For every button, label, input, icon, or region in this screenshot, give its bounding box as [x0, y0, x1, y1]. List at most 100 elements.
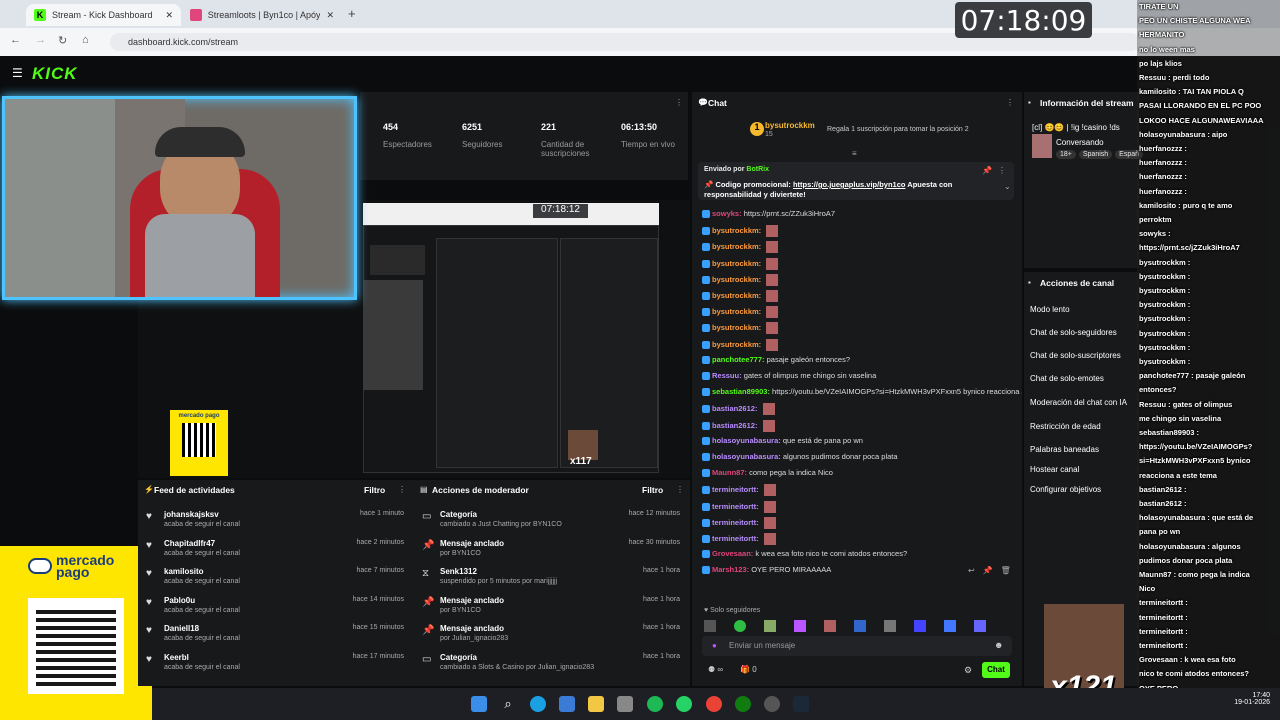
emoji-icon[interactable]: ☻ [994, 640, 1003, 650]
chat-username[interactable]: bysutrockkm: [712, 307, 761, 316]
chat-username[interactable]: holasoyunabasura: [712, 436, 781, 445]
chrome-icon[interactable] [706, 696, 722, 712]
home-icon[interactable]: ⌂ [82, 34, 89, 46]
chat-message[interactable]: Marsh123: OYE PERO MIRAAAAA [702, 565, 831, 575]
emote-icon[interactable] [854, 620, 866, 632]
reload-icon[interactable]: ↻ [58, 34, 67, 47]
steam-icon[interactable] [793, 696, 809, 712]
chat-username[interactable]: bysutrockkm: [712, 291, 761, 300]
top-gifter-name[interactable]: bysutrockkm [765, 121, 815, 130]
folder-icon[interactable] [588, 696, 604, 712]
emote-icon[interactable] [734, 620, 746, 632]
emote-icon[interactable] [974, 620, 986, 632]
delete-icon[interactable]: 🗑 [1001, 566, 1011, 575]
chat-message[interactable]: bysutrockkm: [702, 257, 779, 270]
chat-username[interactable]: Ressuu: [712, 371, 742, 380]
chat-username[interactable]: termineitortt: [712, 485, 759, 494]
chat-message[interactable]: termineitortt: [702, 484, 776, 497]
list-item[interactable]: ♥ kamilosito acaba de seguir el canal hace … [138, 565, 414, 593]
chat-username[interactable]: sebastian89903: [712, 387, 770, 396]
app-icon[interactable] [617, 696, 633, 712]
chat-message[interactable]: bysutrockkm: [702, 290, 779, 302]
settings-gear-icon[interactable]: ⚙ [964, 665, 972, 676]
emote-icon[interactable] [794, 620, 806, 632]
tag[interactable]: 18+ [1056, 150, 1076, 159]
chat-input[interactable]: ● Enviar un mensaje ☻ [702, 636, 1012, 656]
more-options-icon[interactable]: ⋮ [998, 166, 1006, 175]
list-item[interactable]: ▭ Categoría cambiado a Just Chatting por B… [414, 508, 690, 536]
new-tab-button[interactable]: + [348, 6, 356, 21]
chat-message[interactable]: termineitortt: [702, 516, 776, 529]
chat-message[interactable]: bysutrockkm: [702, 322, 779, 335]
chat-message[interactable]: bastian2612: [702, 403, 775, 416]
chat-message[interactable]: sebastian89903: https://youtu.be/VZeIAIM… [702, 387, 1022, 397]
chat-message[interactable]: termineitortt: [702, 533, 776, 545]
chat-username[interactable]: termineitortt: [712, 534, 759, 543]
chat-username[interactable]: termineitortt: [712, 518, 759, 527]
expand-icon[interactable]: ≡ [852, 149, 857, 158]
chat-username[interactable]: bysutrockkm: [712, 226, 761, 235]
emote-icon[interactable] [944, 620, 956, 632]
list-item[interactable]: 📌 Mensaje anclado por Julian_ignacio283 hac… [414, 622, 690, 650]
chat-username[interactable]: bastian2612: [712, 404, 757, 413]
store-icon[interactable] [559, 696, 575, 712]
chat-message[interactable]: sowyks: https://prnt.sc/ZZuk3iHroA7 [702, 209, 835, 219]
chat-username[interactable]: bysutrockkm: [712, 323, 761, 332]
chat-username[interactable]: Marsh123: [712, 565, 749, 574]
chat-message[interactable]: Ressuu: gates of olimpus me chingo sin v… [702, 371, 876, 381]
chat-message[interactable]: bastian2612: [702, 419, 775, 432]
reply-icon[interactable]: ↩ [968, 566, 975, 575]
more-options-icon[interactable]: ⋮ [1006, 98, 1014, 107]
close-tab-icon[interactable]: ✕ [326, 10, 334, 21]
ghost-icon[interactable]: ⚉ ∞ [708, 665, 723, 674]
action-banned-words[interactable]: Palabras baneadas [1030, 445, 1099, 454]
pin-icon[interactable]: 📌 [983, 566, 993, 575]
back-icon[interactable]: ← [10, 34, 21, 46]
emote-icon[interactable] [704, 620, 716, 632]
chat-username[interactable]: bysutrockkm: [712, 259, 761, 268]
chat-username[interactable]: bysutrockkm: [712, 242, 761, 251]
chat-message[interactable]: bysutrockkm: [702, 273, 779, 286]
chat-username[interactable]: Grovesaan: [712, 549, 753, 558]
modact-filter-button[interactable]: Filtro [642, 485, 663, 495]
chat-username[interactable]: holasoyunabasura: [712, 452, 781, 461]
list-item[interactable]: ♥ Daniell18 acaba de seguir el canal hace 1… [138, 622, 414, 650]
action-ai-moderation[interactable]: Moderación del chat con IA [1030, 398, 1127, 407]
chat-message[interactable]: bysutrockkm: [702, 306, 779, 319]
send-chat-button[interactable]: Chat [982, 662, 1010, 678]
chat-message[interactable]: bysutrockkm: [702, 225, 779, 238]
list-item[interactable]: ♥ Pablo0u acaba de seguir el canal hace 14 … [138, 594, 414, 622]
whatsapp-icon[interactable] [676, 696, 692, 712]
chat-username[interactable]: panchotee777: [712, 355, 765, 364]
edge-icon[interactable] [530, 696, 546, 712]
obs-icon[interactable] [764, 696, 780, 712]
menu-icon[interactable]: ☰ [12, 66, 23, 80]
chat-message[interactable]: bysutrockkm: [702, 338, 779, 351]
search-icon[interactable]: ⌕ [500, 696, 516, 712]
chat-message[interactable]: termineitortt: [702, 500, 776, 513]
list-item[interactable]: 📌 Mensaje anclado por BYN1CO hace 1 hora [414, 594, 690, 622]
tab-streamloots[interactable]: Streamloots | Byn1co | Apóyam ✕ [182, 4, 342, 26]
action-age-restriction[interactable]: Restricción de edad [1030, 422, 1101, 431]
more-options-icon[interactable]: ⋮ [676, 485, 684, 494]
chat-username[interactable]: bysutrockkm: [712, 340, 761, 349]
chat-username[interactable]: bysutrockkm: [712, 275, 761, 284]
list-item[interactable]: ♥ johanskajsksv acaba de seguir el canal ha… [138, 508, 414, 536]
list-item[interactable]: ▭ Categoría cambiado a Slots & Casino por … [414, 651, 690, 679]
list-item[interactable]: 📌 Mensaje anclado por BYN1CO hace 30 minuto… [414, 537, 690, 565]
chat-username[interactable]: bastian2612: [712, 421, 757, 430]
feed-filter-button[interactable]: Filtro [364, 485, 385, 495]
chat-username[interactable]: termineitortt: [712, 502, 759, 511]
list-item[interactable]: ⧖ Senk1312 suspendido por 5 minutos por ma… [414, 565, 690, 593]
emote-icon[interactable] [884, 620, 896, 632]
action-slow-mode[interactable]: Modo lento [1030, 305, 1070, 314]
chevron-down-icon[interactable]: ⌄ [1004, 182, 1011, 191]
start-icon[interactable] [471, 696, 487, 712]
more-options-icon[interactable]: ⋮ [398, 485, 406, 494]
chat-message[interactable]: bysutrockkm: [702, 241, 779, 254]
chat-message[interactable]: panchotee777: pasaje galeón entonces? [702, 355, 850, 364]
emote-icon[interactable] [764, 620, 776, 632]
emote-icon[interactable] [824, 620, 836, 632]
chat-username[interactable]: Maunn87: [712, 468, 747, 477]
list-item[interactable]: ♥ Keerbl acaba de seguir el canal hace 17 m… [138, 651, 414, 679]
